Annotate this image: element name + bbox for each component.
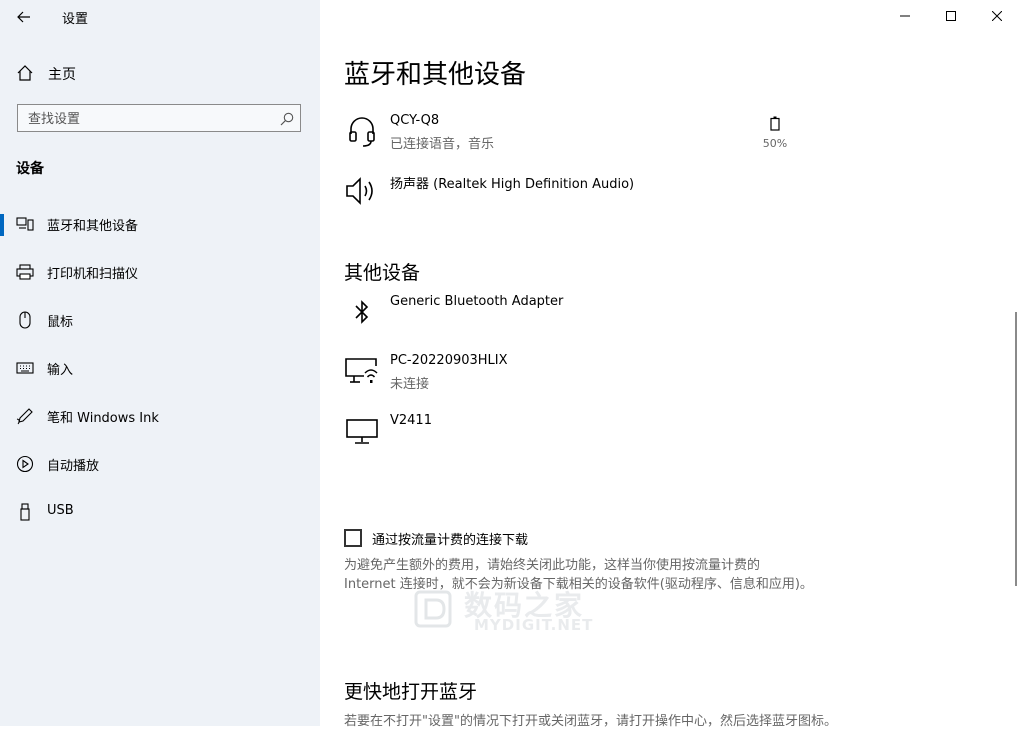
nav-item-mouse[interactable]: 鼠标 <box>0 298 320 342</box>
watermark: 数码之家 MYDIGIT.NET <box>412 582 622 636</box>
mouse-icon <box>16 311 34 329</box>
device-name: 扬声器 (Realtek High Definition Audio) <box>390 177 635 192</box>
printer-icon <box>16 263 34 281</box>
back-button[interactable] <box>10 4 38 30</box>
device-name: PC-20220903HLIX <box>390 353 508 368</box>
home-label: 主页 <box>48 67 76 83</box>
maximize-button[interactable] <box>928 0 974 32</box>
bluetooth-devices-icon <box>16 215 34 233</box>
metered-checkbox[interactable] <box>344 529 362 547</box>
search-icon[interactable] <box>280 111 294 130</box>
nav-item-printers[interactable]: 打印机和扫描仪 <box>0 250 320 294</box>
nav-item-label: 笔和 Windows Ink <box>47 411 159 426</box>
nav-item-pen[interactable]: 笔和 Windows Ink <box>0 394 320 438</box>
usb-icon <box>16 503 34 521</box>
device-status: 已连接语音，音乐 <box>390 137 495 152</box>
main-content: 蓝牙和其他设备 QCY-Q8 已连接语音，音乐 50% 扬声器 (Realtek… <box>320 0 1020 729</box>
autoplay-icon <box>16 455 34 473</box>
sidebar: 设置 主页 设备 蓝牙和其他设备 打印机和扫描仪 鼠标 输入 <box>0 0 320 726</box>
device-status: 未连接 <box>390 377 430 392</box>
home-nav-item[interactable]: 主页 <box>0 58 320 88</box>
nav-item-label: USB <box>47 503 74 518</box>
close-button[interactable] <box>974 0 1020 32</box>
nav-item-bluetooth[interactable]: 蓝牙和其他设备 <box>0 202 320 246</box>
home-icon <box>16 64 34 86</box>
close-icon <box>992 11 1002 21</box>
device-qcy[interactable]: QCY-Q8 已连接语音，音乐 <box>344 113 784 153</box>
other-devices-title: 其他设备 <box>344 262 421 284</box>
monitor-icon <box>344 413 380 449</box>
window-controls <box>882 0 1020 32</box>
device-name: Generic Bluetooth Adapter <box>390 294 564 309</box>
nav-item-label: 鼠标 <box>47 315 74 330</box>
nav-item-label: 自动播放 <box>47 459 100 474</box>
page-title: 蓝牙和其他设备 <box>344 60 527 90</box>
nav-item-typing[interactable]: 输入 <box>0 346 320 390</box>
nav-item-usb[interactable]: USB <box>0 490 320 534</box>
watermark-logo <box>414 590 452 628</box>
maximize-icon <box>946 11 956 21</box>
nav-item-label: 打印机和扫描仪 <box>47 267 139 282</box>
search-box[interactable] <box>17 104 301 133</box>
back-arrow-icon <box>17 11 30 23</box>
device-pc[interactable]: PC-20220903HLIX 未连接 <box>344 353 784 393</box>
quick-bluetooth-title: 更快地打开蓝牙 <box>344 681 478 703</box>
watermark-text-en: MYDIGIT.NET <box>474 616 594 634</box>
keyboard-icon <box>16 359 34 377</box>
device-monitor[interactable]: V2411 <box>344 413 784 449</box>
metered-label: 通过按流量计费的连接下载 <box>372 533 529 548</box>
section-title: 设备 <box>16 161 44 177</box>
battery-indicator: 50% <box>760 116 790 150</box>
headset-icon <box>344 113 380 149</box>
network-display-icon <box>344 353 380 389</box>
quick-bluetooth-description: 若要在不打开"设置"的情况下打开或关闭蓝牙，请打开操作中心，然后选择蓝牙图标。 <box>344 714 837 729</box>
speaker-icon <box>344 173 380 209</box>
app-title: 设置 <box>62 12 89 27</box>
minimize-icon <box>900 15 910 17</box>
battery-percent: 50% <box>762 137 788 150</box>
pen-icon <box>16 407 34 425</box>
nav-item-label: 蓝牙和其他设备 <box>47 219 139 234</box>
nav-item-autoplay[interactable]: 自动播放 <box>0 442 320 486</box>
battery-icon <box>770 116 780 131</box>
device-bt-adapter[interactable]: Generic Bluetooth Adapter <box>344 294 784 330</box>
scrollbar[interactable] <box>1015 312 1017 586</box>
minimize-button[interactable] <box>882 0 928 32</box>
device-name: QCY-Q8 <box>390 113 440 128</box>
search-input[interactable] <box>18 105 280 133</box>
bluetooth-icon <box>344 294 380 330</box>
device-name: V2411 <box>390 413 432 428</box>
device-speaker[interactable]: 扬声器 (Realtek High Definition Audio) <box>344 173 784 209</box>
nav-item-label: 输入 <box>47 363 74 378</box>
